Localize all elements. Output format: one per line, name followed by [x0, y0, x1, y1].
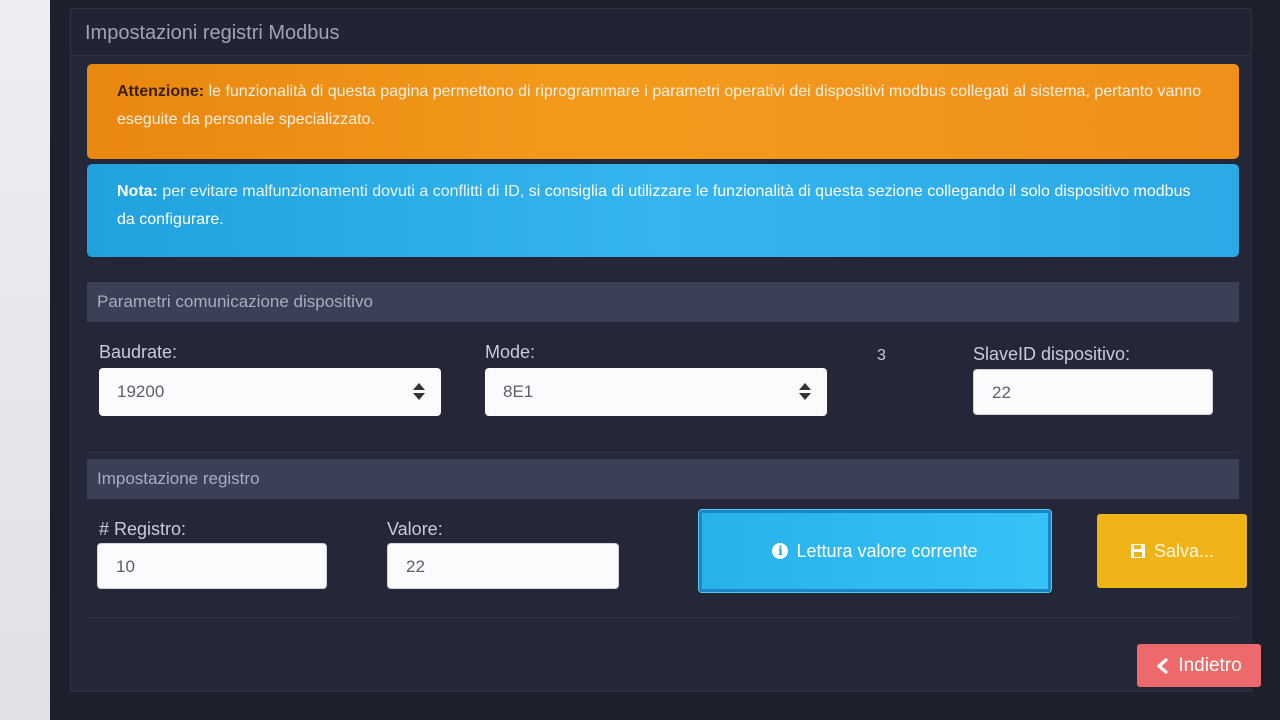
app-screen: Impostazioni registri Modbus Attenzione:… [50, 0, 1280, 720]
read-current-value-button[interactable]: i Lettura valore corrente [699, 510, 1051, 592]
register-section-header: Impostazione registro [87, 459, 1239, 499]
register-number-label: # Registro: [99, 519, 187, 539]
warning-alert-label: Attenzione: [117, 83, 205, 100]
communication-section-header: Parametri comunicazione dispositivo [87, 282, 1239, 322]
slaveid-input-value: 22 [992, 383, 1011, 402]
read-current-value-label: Lettura valore corrente [796, 540, 978, 561]
value-input-value: 22 [406, 557, 425, 576]
register-section-body: # Registro: 10 Valore: 22 [87, 499, 1239, 618]
back-button-label: Indietro [1178, 654, 1242, 676]
extra-value-text: 3 [877, 347, 886, 364]
panel-heading: Impostazioni registri Modbus [71, 9, 1251, 56]
info-alert-label: Nota: [117, 183, 158, 200]
value-input[interactable]: 22 [387, 543, 619, 589]
baudrate-label: Baudrate: [99, 342, 178, 362]
warning-alert: Attenzione: le funzionalità di questa pa… [87, 64, 1239, 159]
mode-select[interactable]: 8E1 [485, 368, 827, 416]
mode-label: Mode: [485, 342, 536, 362]
left-edge-background [0, 0, 50, 720]
info-alert-text: per evitare malfunzionamenti dovuti a co… [162, 183, 525, 200]
save-button[interactable]: Salva... [1097, 514, 1247, 588]
sort-arrows-icon [413, 380, 425, 404]
warning-alert-text: le funzionalità di questa pagina permett… [117, 83, 1202, 128]
back-button[interactable]: Indietro [1137, 644, 1261, 687]
save-button-label: Salva... [1153, 540, 1215, 561]
slaveid-input[interactable]: 22 [973, 369, 1213, 415]
baudrate-select[interactable]: 19200 [99, 368, 441, 416]
floppy-disk-icon [1130, 543, 1146, 559]
register-number-input[interactable]: 10 [97, 543, 327, 589]
baudrate-selected-value: 19200 [117, 382, 165, 401]
slaveid-label: SlaveID dispositivo: [973, 344, 1131, 364]
sort-arrows-icon [799, 380, 811, 404]
register-number-value: 10 [116, 557, 135, 576]
panel-title: Impostazioni registri Modbus [85, 22, 340, 44]
communication-section-body: Baudrate: 19200 Mode: 8E1 3 SlaveID disp… [87, 322, 1239, 453]
info-icon: i [772, 543, 789, 559]
info-alert: Nota: per evitare malfunzionamenti dovut… [87, 164, 1239, 257]
mode-selected-value: 8E1 [503, 382, 534, 401]
chevron-left-icon [1156, 657, 1170, 674]
value-label: Valore: [387, 519, 443, 539]
modbus-settings-panel: Impostazioni registri Modbus Attenzione:… [70, 8, 1261, 692]
